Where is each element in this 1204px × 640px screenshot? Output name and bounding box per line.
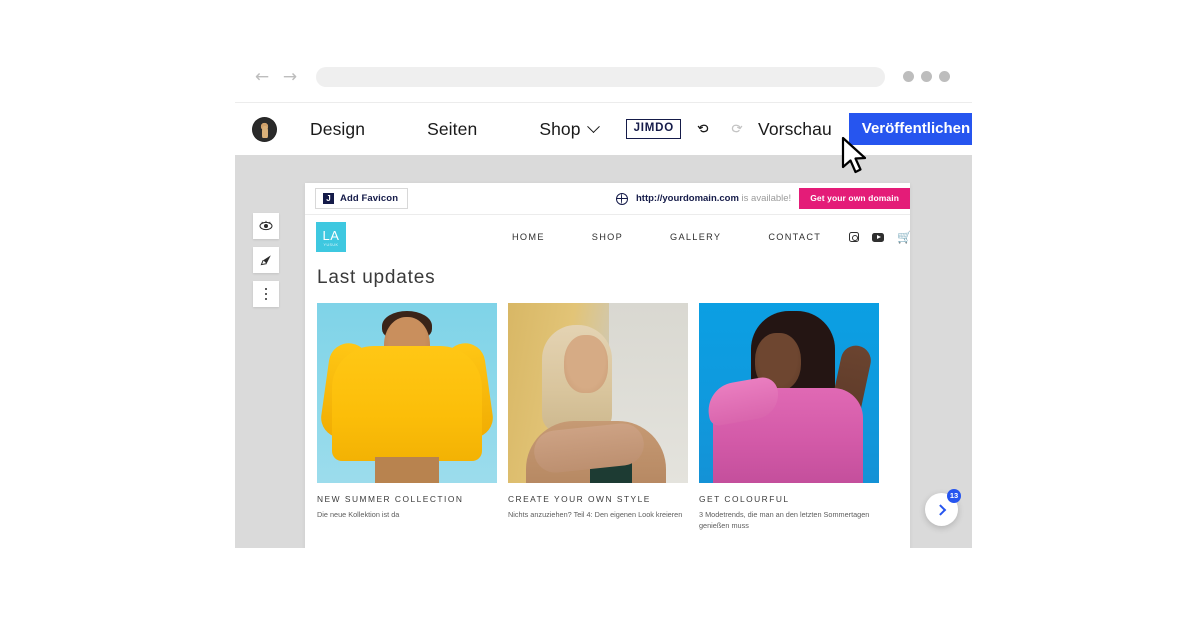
window-dot[interactable] (903, 71, 914, 82)
instagram-icon[interactable] (849, 232, 860, 242)
updates-card-grid: NEW SUMMER COLLECTION Die neue Kollektio… (305, 289, 910, 532)
jimdo-logo: JIMDO (625, 119, 682, 139)
back-icon[interactable]: ← (253, 68, 271, 86)
browser-nav-arrows: ← → (253, 68, 299, 86)
site-header-nav: LA YUSUK HOME SHOP GALLERY CONTACT 🛒 (305, 215, 910, 259)
domain-availability: http://yourdomain.com is available! Get … (616, 188, 910, 209)
editor-toolbar: Design Seiten Shop JIMDO Vorschau Veröff… (235, 103, 972, 155)
toolbar-item-shop[interactable]: Shop (539, 118, 600, 140)
style-brush-button[interactable] (253, 247, 279, 273)
site-nav-link-gallery[interactable]: GALLERY (670, 232, 721, 242)
favicon-domain-bar: J Add Favicon http://yourdomain.com is a… (305, 183, 910, 215)
site-preview: J Add Favicon http://yourdomain.com is a… (305, 183, 910, 548)
redo-icon[interactable] (727, 119, 745, 139)
card-title: CREATE YOUR OWN STYLE (508, 494, 651, 504)
browser-window: ← → Design Seiten Shop JIMDO Vorschau Ve… (235, 51, 972, 548)
card-image-summer-collection (317, 303, 497, 483)
toolbar-item-seiten[interactable]: Seiten (427, 119, 477, 140)
publish-button[interactable]: Veröffentlichen (848, 113, 972, 145)
site-logo-subtitle: YUSUK (323, 242, 339, 247)
update-card[interactable]: NEW SUMMER COLLECTION Die neue Kollektio… (317, 303, 497, 532)
domain-available-text: is available! (738, 193, 792, 204)
toolbar-item-vorschau[interactable]: Vorschau (758, 119, 832, 140)
card-description: Die neue Kollektion ist da (317, 510, 400, 519)
site-logo-initials: LA (322, 227, 340, 243)
site-nav-link-contact[interactable]: CONTACT (768, 232, 821, 242)
site-nav-link-shop[interactable]: SHOP (592, 232, 623, 242)
add-favicon-button[interactable]: J Add Favicon (315, 188, 409, 209)
site-nav-link-home[interactable]: HOME (512, 232, 545, 242)
card-title: NEW SUMMER COLLECTION (317, 494, 464, 504)
site-nav-links: HOME SHOP GALLERY CONTACT (512, 232, 821, 242)
update-card[interactable]: CREATE YOUR OWN STYLE Nichts anzuziehen?… (508, 303, 688, 532)
editor-tool-rail (253, 213, 279, 307)
youtube-icon[interactable] (872, 232, 885, 242)
card-description: 3 Modetrends, die man an den letzten Som… (699, 510, 870, 531)
site-nav-icons: 🛒 (849, 231, 910, 243)
domain-name: http://yourdomain.com (636, 193, 739, 204)
forward-icon[interactable]: → (281, 68, 299, 86)
tool-rail-more-button[interactable] (253, 281, 279, 307)
chat-badge-count: 13 (947, 489, 961, 503)
get-domain-button[interactable]: Get your own domain (799, 188, 910, 209)
chat-widget-button[interactable]: 13 (925, 489, 961, 526)
undo-icon[interactable] (695, 119, 713, 139)
window-dot[interactable] (921, 71, 932, 82)
browser-chrome-bar: ← → (235, 51, 972, 103)
card-title: GET COLOURFUL (699, 494, 790, 504)
toolbar-item-design[interactable]: Design (310, 119, 365, 140)
section-divider-bars (305, 532, 910, 548)
url-input[interactable] (316, 66, 885, 87)
update-card[interactable]: GET COLOURFUL 3 Modetrends, die man an d… (699, 303, 879, 532)
site-logo[interactable]: LA YUSUK (316, 222, 346, 252)
toolbar-item-shop-label: Shop (539, 118, 581, 139)
section-title: Last updates (317, 267, 436, 288)
card-image-get-colourful (699, 303, 879, 483)
chevron-down-icon (586, 119, 600, 133)
favicon-badge-icon: J (323, 193, 334, 204)
card-description: Nichts anzuziehen? Teil 4: Den eigenen L… (508, 510, 683, 519)
window-controls (903, 71, 950, 82)
editor-canvas: J Add Favicon http://yourdomain.com is a… (235, 155, 972, 548)
card-image-own-style (508, 303, 688, 483)
preview-eye-button[interactable] (253, 213, 279, 239)
chevron-right-icon (934, 503, 946, 516)
add-favicon-label: Add Favicon (340, 193, 399, 204)
globe-icon (616, 192, 628, 205)
window-dot[interactable] (939, 71, 950, 82)
avatar[interactable] (252, 116, 277, 142)
domain-status-text: http://yourdomain.com is available! (636, 193, 791, 204)
cart-icon[interactable]: 🛒 (897, 231, 910, 243)
